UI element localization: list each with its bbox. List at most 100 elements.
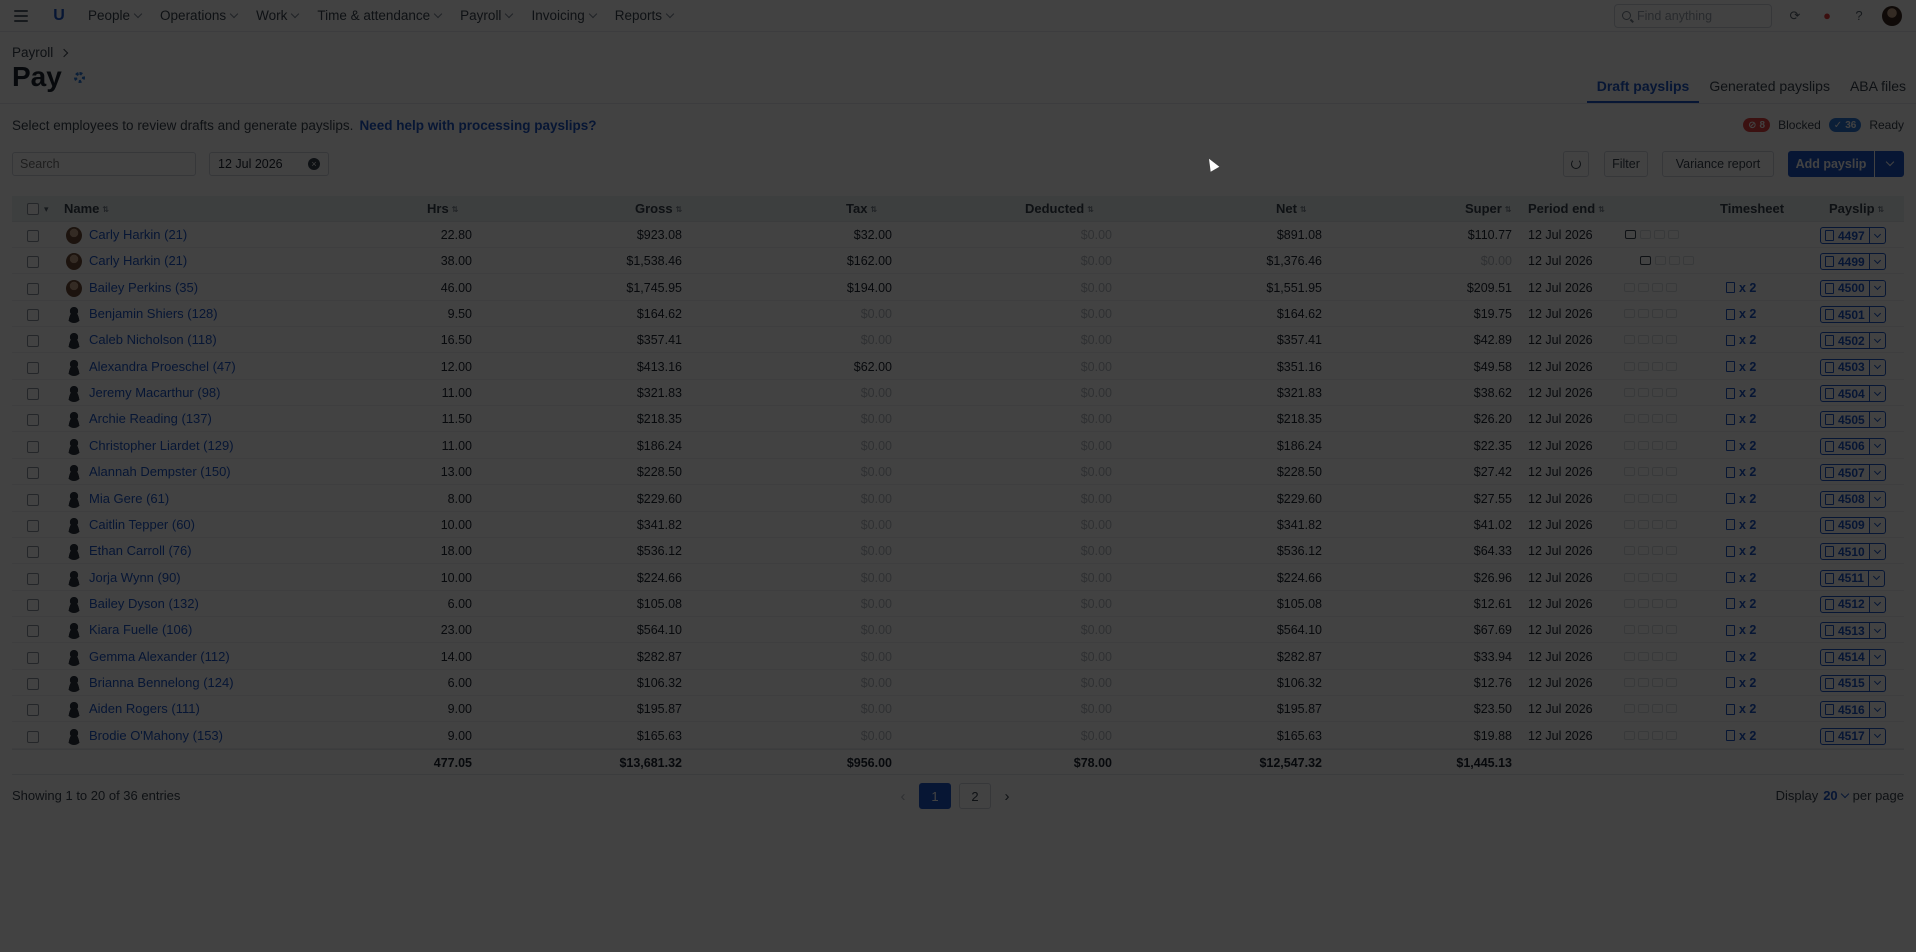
payslip-button[interactable]: 4505 [1820,411,1870,429]
row-checkbox[interactable] [27,730,39,743]
employee-name-link[interactable]: Caleb Nicholson (118) [89,327,217,353]
next-page-icon[interactable]: › [999,788,1015,805]
nav-payroll[interactable]: Payroll [460,8,514,23]
payslip-button[interactable]: 4511 [1820,569,1870,587]
page-2-button[interactable]: 2 [959,783,991,809]
tab-draft-payslips[interactable]: Draft payslips [1586,76,1700,103]
payslip-button[interactable]: 4500 [1820,279,1870,297]
timesheet-link[interactable]: x 2 [1726,301,1756,327]
settings-gear-icon[interactable] [73,71,85,83]
row-checkbox[interactable] [27,493,39,506]
payslip-menu-button[interactable] [1869,674,1886,692]
payslip-menu-button[interactable] [1869,727,1886,745]
payslip-menu-button[interactable] [1869,411,1886,429]
clear-date-icon[interactable]: × [308,158,320,170]
employee-name-link[interactable]: Gemma Alexander (112) [89,644,230,670]
date-picker[interactable]: 12 Jul 2026 × [209,152,329,176]
user-avatar[interactable] [1882,5,1902,26]
nav-reports[interactable]: Reports [615,8,675,23]
employee-name-link[interactable]: Bailey Dyson (132) [89,591,199,617]
select-all-checkbox[interactable] [27,203,39,215]
employee-name-link[interactable]: Alannah Dempster (150) [89,459,231,485]
payslip-button[interactable]: 4514 [1820,648,1870,666]
nav-operations[interactable]: Operations [160,8,239,23]
employee-name-link[interactable]: Alexandra Proeschel (47) [89,354,236,380]
breadcrumb-payroll[interactable]: Payroll [12,45,53,60]
row-checkbox[interactable] [27,309,39,322]
tab-generated-payslips[interactable]: Generated payslips [1699,76,1840,103]
row-checkbox[interactable] [27,361,39,374]
payslip-button[interactable]: 4507 [1820,464,1870,482]
nav-work[interactable]: Work [256,8,300,23]
payslip-button[interactable]: 4508 [1820,490,1870,508]
row-checkbox[interactable] [27,256,39,269]
nav-people[interactable]: People [88,8,143,23]
payslip-menu-button[interactable] [1869,569,1886,587]
payslip-menu-button[interactable] [1869,543,1886,561]
employee-name-link[interactable]: Jeremy Macarthur (98) [89,380,220,406]
payslip-menu-button[interactable] [1869,279,1886,297]
refresh-button[interactable] [1563,151,1589,177]
filter-button[interactable]: Filter [1604,151,1648,177]
payslip-menu-button[interactable] [1869,701,1886,719]
payslip-button[interactable]: 4503 [1820,358,1870,376]
employee-name-link[interactable]: Carly Harkin (21) [89,222,187,248]
payslip-button[interactable]: 4515 [1820,674,1870,692]
add-payslip-menu-button[interactable] [1875,151,1904,177]
payslip-button[interactable]: 4517 [1820,727,1870,745]
variance-report-button[interactable]: Variance report [1662,151,1774,177]
row-checkbox[interactable] [27,230,39,242]
column-tax[interactable]: Tax ⇅ [846,196,877,222]
payslip-menu-button[interactable] [1869,490,1886,508]
payslip-button[interactable]: 4499 [1820,253,1870,271]
employee-name-link[interactable]: Kiara Fuelle (106) [89,617,192,643]
comment-icon[interactable] [1640,256,1651,266]
column-gross[interactable]: Gross ⇅ [635,196,682,222]
employee-name-link[interactable]: Archie Reading (137) [89,406,212,432]
employee-name-link[interactable]: Carly Harkin (21) [89,248,187,274]
timesheet-link[interactable]: x 2 [1726,275,1756,301]
payslip-button[interactable]: 4513 [1820,622,1870,640]
timesheet-link[interactable]: x 2 [1726,327,1756,353]
per-page-select[interactable]: 20 [1823,788,1849,803]
ready-badge[interactable]: ✓ 36 [1828,118,1862,132]
row-checkbox[interactable] [27,546,39,559]
row-checkbox[interactable] [27,651,39,664]
row-checkbox[interactable] [27,598,39,611]
employee-name-link[interactable]: Jorja Wynn (90) [89,565,181,591]
payslip-menu-button[interactable] [1869,253,1886,271]
employee-name-link[interactable]: Aiden Rogers (111) [89,696,200,722]
payslip-menu-button[interactable] [1869,648,1886,666]
payslip-button[interactable]: 4501 [1820,306,1870,324]
payslip-menu-button[interactable] [1869,595,1886,613]
timesheet-link[interactable]: x 2 [1726,433,1756,459]
timesheet-link[interactable]: x 2 [1726,565,1756,591]
notification-bell-icon[interactable]: ● [1818,7,1836,25]
payslip-menu-button[interactable] [1869,332,1886,350]
timesheet-link[interactable]: x 2 [1726,354,1756,380]
employee-name-link[interactable]: Christopher Liardet (129) [89,433,234,459]
payslip-menu-button[interactable] [1869,437,1886,455]
search-input[interactable] [12,152,196,176]
payslip-button[interactable]: 4504 [1820,385,1870,403]
row-checkbox[interactable] [27,704,39,717]
help-link[interactable]: Need help with processing payslips? [359,118,596,133]
payslip-button[interactable]: 4516 [1820,701,1870,719]
column-net[interactable]: Net ⇅ [1276,196,1307,222]
nav-time-attendance[interactable]: Time & attendance [317,8,443,23]
payslip-menu-button[interactable] [1869,385,1886,403]
find-anything-input[interactable]: Find anything [1614,3,1772,28]
employee-name-link[interactable]: Caitlin Tepper (60) [89,512,195,538]
timesheet-link[interactable]: x 2 [1726,380,1756,406]
app-logo-icon[interactable]: U [50,7,68,25]
payslip-menu-button[interactable] [1869,358,1886,376]
row-checkbox[interactable] [27,467,39,480]
column-deducted[interactable]: Deducted ⇅ [1025,196,1094,222]
employee-name-link[interactable]: Bailey Perkins (35) [89,275,198,301]
nav-invoicing[interactable]: Invoicing [531,8,597,23]
payslip-button[interactable]: 4497 [1820,227,1870,244]
row-checkbox[interactable] [27,519,39,532]
payslip-menu-button[interactable] [1869,227,1886,244]
row-checkbox[interactable] [27,677,39,690]
previous-page-icon[interactable]: ‹ [895,788,911,805]
